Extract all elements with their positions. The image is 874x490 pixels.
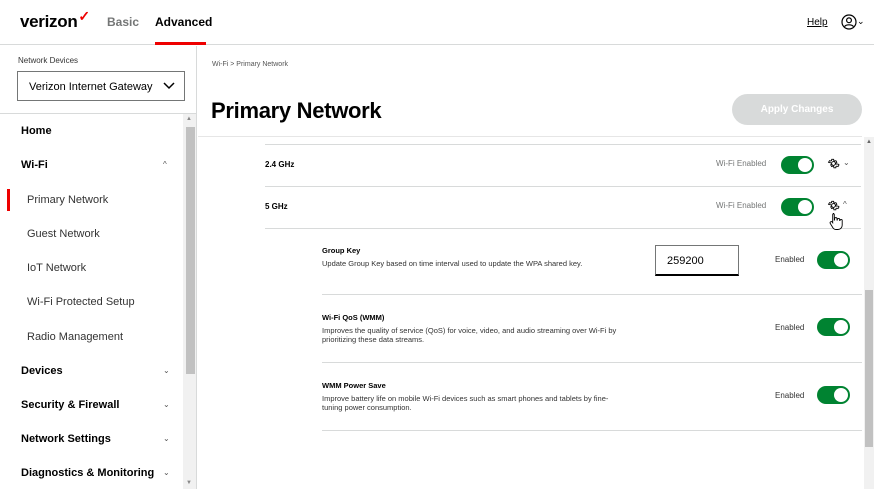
setting-description: Improves the quality of service (QoS) fo…: [322, 326, 617, 344]
active-tab-indicator: [155, 42, 206, 45]
hand-pointer-icon: [829, 213, 843, 230]
network-devices-label: Network Devices: [18, 56, 79, 65]
divider: [198, 136, 862, 137]
band-label: 5 GHz: [265, 202, 288, 211]
chevron-down-icon: [163, 82, 175, 90]
divider: [265, 228, 861, 229]
scroll-up-arrow-icon[interactable]: ▲: [186, 116, 192, 122]
main-scrollbar-thumb[interactable]: [865, 290, 873, 447]
chevron-up-icon[interactable]: ^: [843, 200, 847, 209]
verizon-logo[interactable]: verizon✓: [20, 8, 90, 32]
sidebar-item-network-settings[interactable]: Network Settings ⌄: [0, 422, 183, 456]
tab-advanced[interactable]: Advanced: [155, 15, 212, 29]
chevron-down-icon[interactable]: ⌄: [843, 158, 850, 167]
active-item-indicator: [7, 189, 10, 211]
setting-status: Enabled: [775, 255, 805, 264]
sidebar-item-guest-network[interactable]: Guest Network: [0, 217, 183, 251]
setting-wmm-power-save: WMM Power Save Improve battery life on m…: [322, 381, 862, 447]
device-select-value: Verizon Internet Gateway: [29, 81, 153, 93]
user-icon[interactable]: [841, 14, 857, 30]
setting-title: WMM Power Save: [322, 381, 386, 390]
chevron-down-icon: ⌄: [163, 366, 170, 375]
band-status: Wi-Fi Enabled: [716, 201, 767, 210]
wifi-enabled-toggle[interactable]: [781, 156, 814, 174]
band-row-2-4ghz[interactable]: 2.4 GHz Wi-Fi Enabled ⌄: [265, 144, 861, 186]
setting-wifi-qos: Wi-Fi QoS (WMM) Improves the quality of …: [322, 313, 862, 379]
page-title: Primary Network: [211, 98, 382, 123]
setting-title: Wi-Fi QoS (WMM): [322, 313, 385, 322]
gear-icon[interactable]: [827, 199, 840, 212]
chevron-down-icon: ⌄: [163, 468, 170, 477]
sidebar-item-diagnostics-monitoring[interactable]: Diagnostics & Monitoring ⌄: [0, 456, 183, 490]
setting-group-key: Group Key Update Group Key based on time…: [322, 245, 862, 312]
gear-icon[interactable]: [827, 157, 840, 170]
scroll-up-arrow-icon[interactable]: ▲: [866, 139, 872, 145]
sidebar-scrollbar-thumb[interactable]: [186, 127, 195, 374]
device-select[interactable]: Verizon Internet Gateway: [17, 71, 185, 101]
band-status: Wi-Fi Enabled: [716, 159, 767, 168]
sidebar-item-wifi-protected-setup[interactable]: Wi-Fi Protected Setup: [0, 285, 183, 319]
setting-status: Enabled: [775, 323, 805, 332]
sidebar-item-home[interactable]: Home: [0, 114, 183, 148]
setting-description: Improve battery life on mobile Wi-Fi dev…: [322, 394, 609, 412]
scroll-down-arrow-icon[interactable]: ▼: [186, 480, 192, 486]
divider: [322, 430, 862, 431]
top-bar: verizon✓ Basic Advanced Help ⌄: [0, 0, 874, 45]
chevron-down-icon[interactable]: ⌄: [857, 16, 865, 27]
band-label: 2.4 GHz: [265, 160, 295, 169]
breadcrumb[interactable]: Wi-Fi > Primary Network: [212, 61, 288, 68]
sidebar-item-iot-network[interactable]: IoT Network: [0, 251, 183, 285]
setting-title: Group Key: [322, 246, 361, 255]
sidebar-item-wifi[interactable]: Wi-Fi ^: [0, 148, 183, 182]
wmm-power-save-toggle[interactable]: [817, 386, 850, 404]
setting-status: Enabled: [775, 391, 805, 400]
group-key-input[interactable]: 259200: [655, 245, 739, 276]
group-key-toggle[interactable]: [817, 251, 850, 269]
divider: [322, 294, 862, 295]
help-link[interactable]: Help: [807, 17, 828, 28]
sidebar-item-primary-network[interactable]: Primary Network: [0, 183, 183, 217]
wifi-qos-toggle[interactable]: [817, 318, 850, 336]
sidebar-item-devices[interactable]: Devices ⌄: [0, 354, 183, 388]
wifi-enabled-toggle[interactable]: [781, 198, 814, 216]
divider: [322, 362, 862, 363]
band-row-5ghz[interactable]: 5 GHz Wi-Fi Enabled ^: [265, 186, 861, 228]
sidebar-item-security-firewall[interactable]: Security & Firewall ⌄: [0, 388, 183, 422]
chevron-up-icon: ^: [163, 160, 167, 169]
apply-changes-button[interactable]: Apply Changes: [732, 94, 862, 125]
chevron-down-icon: ⌄: [163, 400, 170, 409]
tab-basic[interactable]: Basic: [107, 15, 139, 29]
setting-description: Update Group Key based on time interval …: [322, 259, 583, 268]
sidebar: Network Devices Verizon Internet Gateway…: [0, 46, 197, 489]
sidebar-item-radio-management[interactable]: Radio Management: [0, 320, 183, 354]
chevron-down-icon: ⌄: [163, 434, 170, 443]
